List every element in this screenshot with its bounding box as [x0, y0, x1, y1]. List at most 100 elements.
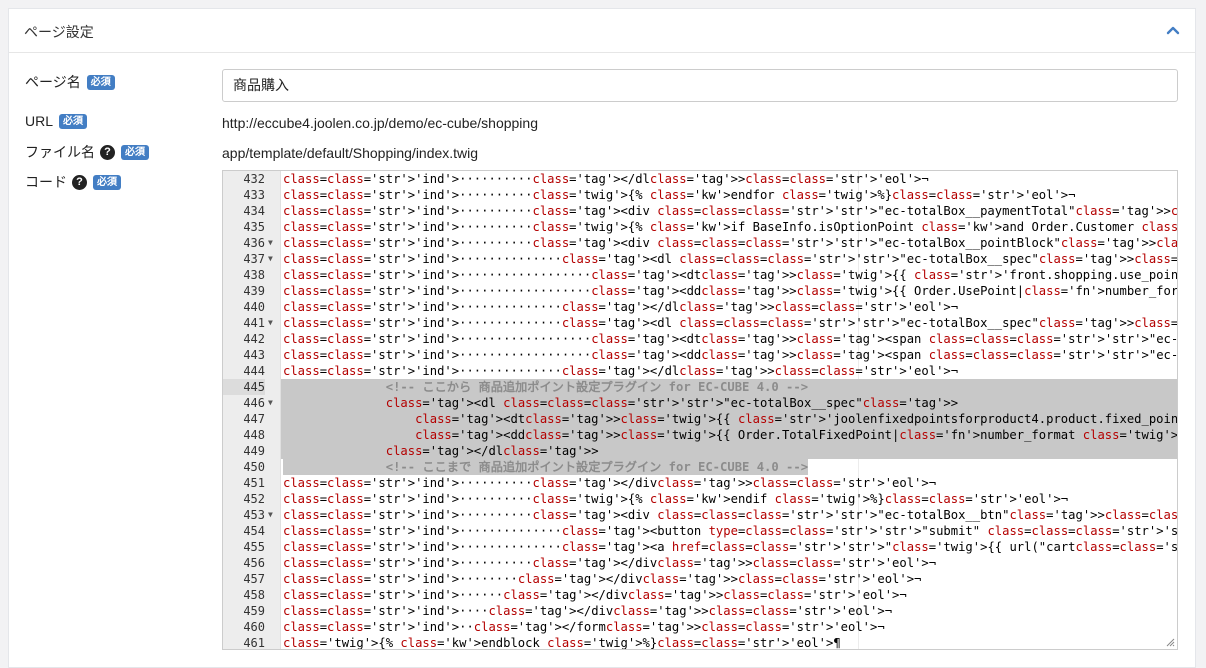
code-line[interactable]: 446 ▼ class='tag'><dl class=class=class='…	[223, 395, 1177, 411]
required-badge: 必須	[59, 113, 88, 129]
line-number: 442	[243, 332, 265, 346]
code-text: class=class='str'>'ind'>··········class=…	[283, 172, 929, 186]
fold-arrow-icon[interactable]: ▼	[268, 315, 273, 331]
code-line[interactable]: 459 class=class='str'>'ind'>····class='ta…	[223, 603, 1177, 619]
code-line[interactable]: 451 class=class='str'>'ind'>··········cla…	[223, 475, 1177, 491]
line-number: 454	[243, 524, 265, 538]
code-line[interactable]: 438 class=class='str'>'ind'>·············…	[223, 267, 1177, 283]
code-text: class=class='str'>'ind'>················…	[283, 348, 1178, 362]
code-line[interactable]: 445 <!-- ここから 商品追加ポイント設定プラグイン for EC-CUB…	[223, 379, 1177, 395]
line-number: 434	[243, 204, 265, 218]
code-line[interactable]: 450 <!-- ここまで 商品追加ポイント設定プラグイン for EC-CUB…	[223, 459, 1177, 475]
line-number: 433	[243, 188, 265, 202]
code-line[interactable]: 448 class='tag'><ddclass='tag'>>class='t…	[223, 427, 1177, 443]
line-number: 451	[243, 476, 265, 490]
code-line[interactable]: 449 class='tag'></dlclass='tag'>>	[223, 443, 1177, 459]
code-text: class='tag'></dlclass='tag'>>	[283, 443, 599, 459]
required-badge: 必須	[93, 174, 121, 190]
fold-arrow-icon[interactable]: ▼	[268, 507, 273, 523]
code-line[interactable]: 436 ▼ class=class='str'>'ind'>··········cl…	[223, 235, 1177, 251]
code-label: コード ? 必須	[25, 172, 121, 192]
line-number: 453	[243, 508, 265, 522]
code-line[interactable]: 452 class=class='str'>'ind'>··········cla…	[223, 491, 1177, 507]
code-line[interactable]: 443 class=class='str'>'ind'>·············…	[223, 347, 1177, 363]
code-text: class=class='str'>'ind'>··············cl…	[283, 524, 1178, 538]
question-circle-icon[interactable]: ?	[100, 144, 115, 160]
code-text: class=class='str'>'ind'>··········class=…	[283, 556, 937, 570]
card-header: ページ設定	[9, 9, 1195, 53]
code-text: class=class='str'>'ind'>··········class=…	[283, 236, 1178, 250]
code-line[interactable]: 434 class=class='str'>'ind'>··········cla…	[223, 203, 1177, 219]
line-number: 450	[243, 460, 265, 474]
code-line[interactable]: 454 class=class='str'>'ind'>·············…	[223, 523, 1177, 539]
code-editor[interactable]: 432 class=class='str'>'ind'>··········cla…	[222, 170, 1178, 650]
code-line[interactable]: 435 class=class='str'>'ind'>··········cla…	[223, 219, 1177, 235]
line-number: 444	[243, 364, 265, 378]
line-number: 439	[243, 284, 265, 298]
code-text: class=class='str'>'ind'>··············cl…	[283, 364, 959, 378]
code-line[interactable]: 440 class=class='str'>'ind'>·············…	[223, 299, 1177, 315]
required-badge: 必須	[86, 74, 115, 90]
line-number: 436	[243, 236, 265, 250]
code-text: class='tag'><dl class=class=class='str'>…	[283, 395, 959, 411]
code-text: class=class='str'>'ind'>················…	[283, 268, 1178, 282]
code-line[interactable]: 460 class=class='str'>'ind'>··class='tag'…	[223, 619, 1177, 635]
fold-arrow-icon[interactable]: ▼	[268, 395, 273, 411]
code-text: class=class='str'>'ind'>··············cl…	[283, 252, 1178, 266]
page-name-input[interactable]: 商品購入	[222, 69, 1178, 102]
code-text: class=class='str'>'ind'>··········class=…	[283, 188, 1076, 202]
code-text: class=class='str'>'ind'>················…	[283, 284, 1178, 298]
code-line[interactable]: 458 class=class='str'>'ind'>······class='…	[223, 587, 1177, 603]
code-text: class='tag'><ddclass='tag'>>class='twig'…	[283, 427, 1177, 443]
code-text: class=class='str'>'ind'>··············cl…	[283, 300, 959, 314]
code-line[interactable]: 439 class=class='str'>'ind'>·············…	[223, 283, 1177, 299]
question-circle-icon[interactable]: ?	[72, 174, 87, 190]
page-name-label: ページ名 必須	[25, 72, 115, 92]
code-line[interactable]: 444 class=class='str'>'ind'>·············…	[223, 363, 1177, 379]
code-line[interactable]: 441 ▼ class=class='str'>'ind'>············…	[223, 315, 1177, 331]
resize-handle-icon[interactable]	[1165, 637, 1175, 647]
fold-arrow-icon[interactable]: ▼	[268, 251, 273, 267]
line-number: 456	[243, 556, 265, 570]
line-number: 435	[243, 220, 265, 234]
code-line[interactable]: 442 class=class='str'>'ind'>·············…	[223, 331, 1177, 347]
line-number: 438	[243, 268, 265, 282]
file-name-value: app/template/default/Shopping/index.twig	[222, 145, 479, 161]
code-line[interactable]: 437 ▼ class=class='str'>'ind'>············…	[223, 251, 1177, 267]
code-text: class=class='str'>'ind'>··············cl…	[283, 316, 1178, 330]
code-text: class=class='str'>'ind'>··········class=…	[283, 492, 1069, 506]
code-line[interactable]: 432 class=class='str'>'ind'>··········cla…	[223, 171, 1177, 187]
code-text: class='twig'>{% class='kw'>endblock clas…	[283, 636, 841, 650]
url-value: http://eccube4.joolen.co.jp/demo/ec-cube…	[222, 115, 538, 131]
chevron-up-icon[interactable]	[1165, 22, 1181, 38]
line-number: 432	[243, 172, 265, 186]
code-text: class=class='str'>'ind'>········class='t…	[283, 572, 922, 586]
line-number: 445	[223, 379, 265, 395]
code-text: <!-- ここまで 商品追加ポイント設定プラグイン for EC-CUBE 4.…	[283, 459, 809, 475]
code-text: class='tag'><dtclass='tag'>>class='twig'…	[283, 411, 1177, 427]
url-label: URL 必須	[25, 113, 88, 129]
code-line[interactable]: 433 class=class='str'>'ind'>··········cla…	[223, 187, 1177, 203]
code-line[interactable]: 457 class=class='str'>'ind'>········class…	[223, 571, 1177, 587]
file-name-label: ファイル名 ? 必須	[25, 142, 149, 162]
line-number: 443	[243, 348, 265, 362]
code-text: class=class='str'>'ind'>················…	[283, 332, 1178, 346]
code-line[interactable]: 456 class=class='str'>'ind'>··········cla…	[223, 555, 1177, 571]
code-lines: 432 class=class='str'>'ind'>··········cla…	[223, 171, 1177, 650]
code-line[interactable]: 447 class='tag'><dtclass='tag'>>class='t…	[223, 411, 1177, 427]
line-number: 460	[243, 620, 265, 634]
fold-arrow-icon[interactable]: ▼	[268, 235, 273, 251]
card-title: ページ設定	[24, 24, 94, 40]
line-number: 457	[243, 572, 265, 586]
code-line[interactable]: 461 class='twig'>{% class='kw'>endblock c…	[223, 635, 1177, 650]
line-number: 448	[243, 428, 265, 442]
line-number: 458	[243, 588, 265, 602]
page-settings-card: ページ設定 ページ名 必須 商品購入 URL 必須 http://eccube4…	[8, 8, 1196, 668]
code-text: class=class='str'>'ind'>······class='tag…	[283, 588, 907, 602]
code-line[interactable]: 453 ▼ class=class='str'>'ind'>··········cl…	[223, 507, 1177, 523]
line-number: 440	[243, 300, 265, 314]
code-line[interactable]: 455 class=class='str'>'ind'>·············…	[223, 539, 1177, 555]
line-number: 449	[243, 444, 265, 458]
line-number: 446	[243, 396, 265, 410]
line-number: 452	[243, 492, 265, 506]
